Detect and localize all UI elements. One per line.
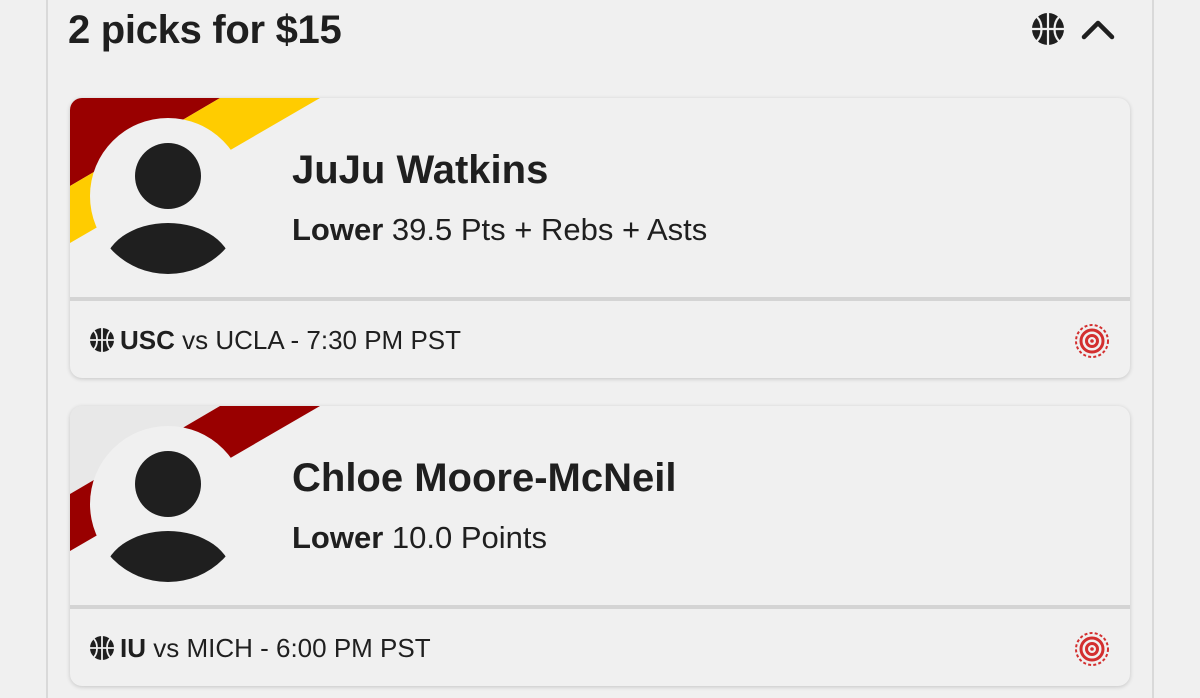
pick-stat-line: 39.5 Pts + Rebs + Asts	[391, 212, 708, 247]
entry-title: 2 picks for $15	[68, 8, 342, 52]
pick-line: Lower 10.0 Points	[292, 518, 547, 558]
pick-direction: Lower	[292, 212, 384, 247]
basketball-icon	[90, 636, 114, 660]
game-info-row: USC vs UCLA - 7:30 PM PST	[70, 301, 1130, 378]
target-icon[interactable]	[1074, 323, 1110, 359]
matchup-text: IU vs MICH - 6:00 PM PST	[120, 631, 431, 665]
basketball-icon	[90, 328, 114, 352]
pick-card[interactable]: Chloe Moore-McNeil Lower 10.0 Points IU …	[70, 406, 1130, 686]
person-silhouette-icon	[104, 451, 232, 582]
person-silhouette-icon	[104, 143, 232, 274]
player-name: Chloe Moore-McNeil	[292, 456, 677, 500]
target-icon[interactable]	[1074, 631, 1110, 667]
chevron-up-icon[interactable]	[1080, 12, 1116, 46]
basketball-icon	[1032, 13, 1064, 45]
team-abbr: USC	[120, 325, 175, 355]
matchup-text: USC vs UCLA - 7:30 PM PST	[120, 323, 461, 357]
game-time: vs UCLA - 7:30 PM PST	[182, 325, 462, 355]
pick-stat-line: 10.0 Points	[391, 520, 548, 555]
team-abbr: IU	[120, 633, 146, 663]
game-time: vs MICH - 6:00 PM PST	[153, 633, 431, 663]
player-avatar	[90, 426, 246, 582]
game-info-row: IU vs MICH - 6:00 PM PST	[70, 609, 1130, 686]
player-avatar	[90, 118, 246, 274]
pick-card[interactable]: JuJu Watkins Lower 39.5 Pts + Rebs + Ast…	[70, 98, 1130, 378]
pick-line: Lower 39.5 Pts + Rebs + Asts	[292, 210, 707, 250]
pick-direction: Lower	[292, 520, 384, 555]
pick-card-header: JuJu Watkins Lower 39.5 Pts + Rebs + Ast…	[70, 98, 1130, 298]
pick-card-header: Chloe Moore-McNeil Lower 10.0 Points	[70, 406, 1130, 606]
player-name: JuJu Watkins	[292, 148, 549, 192]
